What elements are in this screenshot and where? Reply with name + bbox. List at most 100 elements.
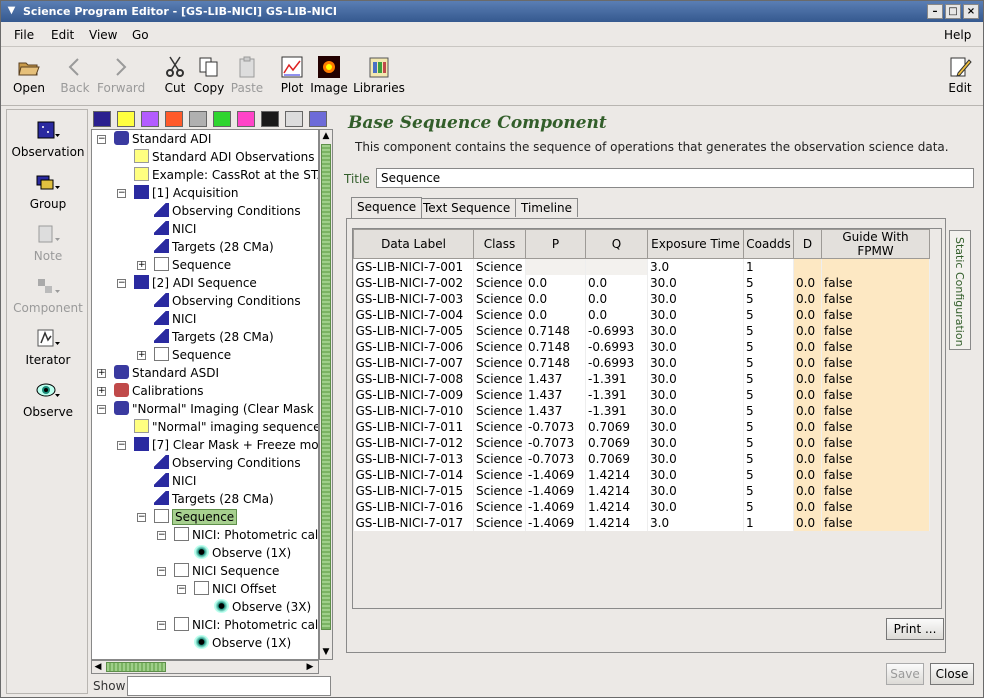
color-filter-swatch[interactable] (237, 111, 255, 127)
table-row[interactable]: GS-LIB-NICI-7-016 Science -1.4069 1.4214 30.… (353, 498, 930, 515)
table-cell[interactable]: 0.0 (793, 306, 822, 323)
palette-note[interactable]: Note (7, 224, 89, 263)
table-row[interactable]: GS-LIB-NICI-7-011 Science -0.7073 0.7069 30.… (353, 418, 930, 435)
column-header[interactable]: Coadds (743, 229, 794, 259)
table-cell[interactable]: 0.0 (525, 306, 586, 323)
window-menu-icon[interactable]: ▼ (4, 4, 19, 18)
close-icon[interactable]: × (963, 4, 979, 19)
tree-horizontal-scrollbar[interactable]: ◀ ▶ (91, 660, 319, 674)
tree-node[interactable]: − "Normal" Imaging (Clear Mask + (97, 400, 318, 418)
table-row[interactable]: GS-LIB-NICI-7-005 Science 0.7148 -0.6993 30.… (353, 322, 930, 339)
color-filter-swatch[interactable] (93, 111, 111, 127)
title-input[interactable]: Sequence (376, 168, 974, 188)
tree-node[interactable]: + Sequence (137, 256, 231, 274)
table-cell[interactable]: GS-LIB-NICI-7-014 (353, 466, 474, 483)
edit-button[interactable]: Edit (938, 52, 982, 95)
table-cell[interactable]: 0.0 (585, 306, 648, 323)
table-cell[interactable]: 5 (743, 354, 794, 371)
menu-file[interactable]: File (14, 28, 34, 42)
tree-node[interactable]: "Normal" imaging sequence (134, 418, 318, 436)
table-cell[interactable]: 30.0 (647, 418, 744, 435)
palette-component[interactable]: Component (7, 276, 89, 315)
table-row[interactable]: GS-LIB-NICI-7-010 Science 1.437 -1.391 30.0 5… (353, 402, 930, 419)
table-cell[interactable]: 30.0 (647, 354, 744, 371)
table-cell[interactable]: false (821, 450, 930, 467)
tree-node[interactable]: − Standard ADI (97, 130, 211, 148)
table-cell[interactable]: false (821, 306, 930, 323)
table-cell[interactable]: 5 (743, 450, 794, 467)
table-cell[interactable]: Science (473, 306, 526, 323)
table-cell[interactable]: 0.0 (793, 434, 822, 451)
table-cell[interactable]: GS-LIB-NICI-7-008 (353, 370, 474, 387)
open-button[interactable]: Open (7, 52, 51, 95)
table-cell[interactable]: 0.0 (793, 338, 822, 355)
table-cell[interactable]: Science (473, 418, 526, 435)
table-cell[interactable] (585, 258, 648, 275)
table-cell[interactable]: 30.0 (647, 386, 744, 403)
tree-node[interactable]: Observe (3X) (214, 598, 311, 616)
tree-node[interactable]: Observing Conditions (154, 292, 301, 310)
table-row[interactable]: GS-LIB-NICI-7-008 Science 1.437 -1.391 30.0 5… (353, 370, 930, 387)
tree-vertical-scrollbar[interactable]: ▲ ▼ (319, 129, 333, 660)
table-cell[interactable]: Science (473, 386, 526, 403)
table-cell[interactable]: false (821, 370, 930, 387)
tree-node[interactable]: Observe (1X) (194, 634, 291, 652)
table-cell[interactable]: 5 (743, 418, 794, 435)
table-row[interactable]: GS-LIB-NICI-7-017 Science -1.4069 1.4214 3.0… (353, 514, 930, 531)
table-cell[interactable]: 0.7069 (585, 418, 648, 435)
table-cell[interactable]: Science (473, 258, 526, 275)
table-cell[interactable]: GS-LIB-NICI-7-004 (353, 306, 474, 323)
table-cell[interactable]: false (821, 354, 930, 371)
program-tree[interactable]: − Standard ADI Standard ADI Observations … (91, 129, 319, 660)
color-filter-swatch[interactable] (213, 111, 231, 127)
table-cell[interactable]: -0.7073 (525, 450, 586, 467)
table-cell[interactable]: 0.0 (793, 514, 822, 531)
table-cell[interactable]: GS-LIB-NICI-7-006 (353, 338, 474, 355)
table-cell[interactable]: 1.4214 (585, 466, 648, 483)
table-cell[interactable]: GS-LIB-NICI-7-012 (353, 434, 474, 451)
table-cell[interactable]: 5 (743, 402, 794, 419)
table-cell[interactable]: 0.7069 (585, 434, 648, 451)
tree-node[interactable]: − [7] Clear Mask + Freeze mo (117, 436, 318, 454)
tree-node[interactable]: − NICI Offset (177, 580, 276, 598)
color-filter-swatch[interactable] (141, 111, 159, 127)
column-header[interactable]: Guide With FPMW (821, 229, 930, 259)
table-cell[interactable]: 5 (743, 386, 794, 403)
color-filter-swatch[interactable] (117, 111, 135, 127)
scroll-up-icon[interactable]: ▲ (320, 130, 332, 142)
table-cell[interactable]: -1.4069 (525, 498, 586, 515)
maximize-icon[interactable]: □ (945, 4, 961, 19)
table-cell[interactable]: Science (473, 466, 526, 483)
table-cell[interactable] (821, 258, 930, 275)
back-button[interactable]: Back (53, 52, 97, 95)
table-cell[interactable]: false (821, 386, 930, 403)
table-cell[interactable]: 0.7148 (525, 322, 586, 339)
tree-node[interactable]: Targets (28 CMa) (154, 490, 274, 508)
table-cell[interactable]: -0.7073 (525, 418, 586, 435)
title-bar[interactable]: ▼ Science Program Editor - [GS-LIB-NICI]… (1, 1, 983, 22)
scroll-left-icon[interactable]: ◀ (92, 661, 104, 673)
table-cell[interactable]: 5 (743, 466, 794, 483)
color-filter-swatch[interactable] (189, 111, 207, 127)
table-cell[interactable]: false (821, 482, 930, 499)
table-row[interactable]: GS-LIB-NICI-7-009 Science 1.437 -1.391 30.0 5… (353, 386, 930, 403)
tree-node-selected[interactable]: − Sequence (137, 508, 238, 526)
table-cell[interactable]: -1.391 (585, 402, 648, 419)
table-cell[interactable]: Science (473, 450, 526, 467)
table-cell[interactable]: 30.0 (647, 434, 744, 451)
column-header[interactable]: D (793, 229, 822, 259)
tree-node[interactable]: + Standard ASDI (97, 364, 219, 382)
table-row[interactable]: GS-LIB-NICI-7-013 Science -0.7073 0.7069 30.… (353, 450, 930, 467)
column-header[interactable]: Exposure Time (647, 229, 744, 259)
tree-node[interactable]: Observing Conditions (154, 202, 301, 220)
table-cell[interactable]: 1.437 (525, 402, 586, 419)
table-cell[interactable]: false (821, 418, 930, 435)
table-cell[interactable] (525, 258, 586, 275)
table-cell[interactable]: 5 (743, 498, 794, 515)
table-cell[interactable]: GS-LIB-NICI-7-010 (353, 402, 474, 419)
table-cell[interactable]: false (821, 290, 930, 307)
color-filter-swatch[interactable] (261, 111, 279, 127)
table-cell[interactable]: Science (473, 402, 526, 419)
table-cell[interactable]: false (821, 338, 930, 355)
image-button[interactable]: Image (307, 52, 351, 95)
